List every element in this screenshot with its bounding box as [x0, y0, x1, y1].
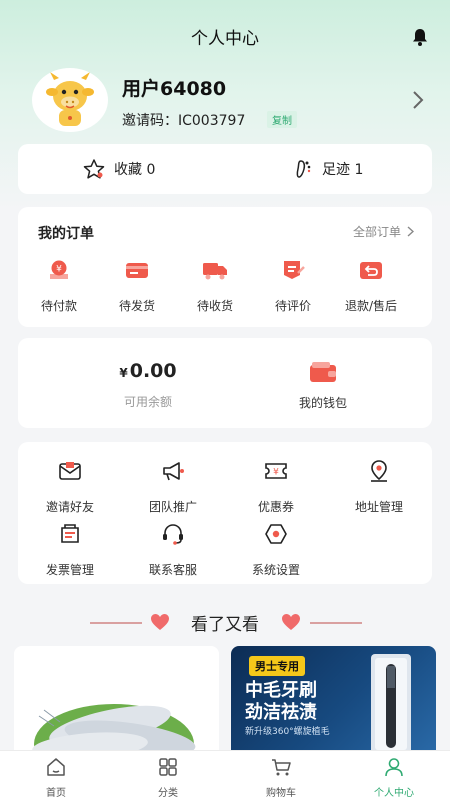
- tools-card: 邀请好友 团队推广 ¥ 优惠券 地址管理 发票管理 联系客服 系统设置: [18, 442, 432, 584]
- tool-address[interactable]: 地址管理: [329, 458, 429, 515]
- orders-title: 我的订单: [38, 226, 94, 242]
- chevron-right-icon: [407, 226, 414, 237]
- home-icon: [47, 758, 65, 776]
- favorites-label: 收藏 0: [114, 162, 156, 178]
- favorites-card: 收藏 0 足迹 1: [18, 144, 432, 194]
- product-badge: 男士专用: [249, 656, 305, 676]
- coupon-icon: ¥: [265, 463, 287, 479]
- tab-profile[interactable]: 个人中心: [338, 757, 450, 799]
- divider-line: [310, 622, 362, 624]
- grid-icon: [159, 758, 177, 776]
- toothbrush-image: [371, 654, 411, 754]
- order-label: 待收货: [196, 299, 233, 313]
- tool-coupons[interactable]: ¥ 优惠券: [226, 458, 326, 515]
- all-orders-link[interactable]: 全部订单: [353, 223, 414, 240]
- order-pending-shipment[interactable]: 待发货: [97, 259, 177, 314]
- svg-text:¥: ¥: [56, 265, 62, 275]
- copy-button[interactable]: 复制: [267, 111, 297, 128]
- page-title: 个人中心: [191, 29, 259, 49]
- wallet-icon[interactable]: [308, 360, 338, 384]
- chevron-right-icon[interactable]: [412, 90, 424, 110]
- cow-mascot-icon: [46, 72, 94, 126]
- tool-team-promotion[interactable]: 团队推广: [123, 458, 223, 515]
- username: 用户64080: [122, 78, 227, 100]
- recommend-title: 看了又看: [191, 615, 259, 635]
- tool-customer-service[interactable]: 联系客服: [123, 521, 223, 578]
- review-icon: [284, 261, 305, 279]
- pending-payment-icon: ¥: [50, 260, 68, 279]
- wallet-card: ¥0.00 可用余额 我的钱包: [18, 338, 432, 428]
- tab-label: 个人中心: [374, 788, 414, 799]
- my-wallet-label[interactable]: 我的钱包: [283, 394, 363, 411]
- tool-label: 地址管理: [354, 500, 403, 514]
- balance-amount: ¥0.00: [98, 360, 198, 382]
- order-pending-receipt[interactable]: 待收货: [175, 259, 255, 314]
- bell-icon[interactable]: [410, 27, 430, 47]
- tool-label: 系统设置: [251, 563, 300, 577]
- product-headline: 劲洁祛渍: [245, 702, 317, 723]
- star-icon: [83, 159, 105, 179]
- tab-home[interactable]: 首页: [0, 757, 112, 799]
- footprint-button[interactable]: 足迹 1: [292, 144, 363, 194]
- order-pending-review[interactable]: 待评价: [253, 259, 333, 314]
- tab-cart[interactable]: 购物车: [225, 757, 337, 799]
- tab-categories[interactable]: 分类: [112, 757, 224, 799]
- product-card-toothbrush[interactable]: 男士专用 中毛牙刷 劲洁祛渍 新升级360°螺旋植毛: [231, 646, 436, 756]
- avatar[interactable]: [32, 68, 108, 132]
- tool-settings[interactable]: 系统设置: [226, 521, 326, 578]
- tool-label: 发票管理: [45, 563, 94, 577]
- product-card-shrimp[interactable]: [14, 646, 219, 756]
- footprint-icon: [296, 160, 311, 178]
- order-label: 待付款: [40, 299, 77, 313]
- tab-label: 购物车: [266, 788, 296, 799]
- footprint-label: 足迹 1: [322, 162, 364, 178]
- balance-label: 可用余额: [123, 395, 172, 409]
- heart-icon: [282, 614, 300, 630]
- product-subline: 新升级360°螺旋植毛: [245, 727, 330, 737]
- tool-label: 联系客服: [148, 563, 197, 577]
- currency-symbol: ¥: [119, 366, 128, 380]
- tab-label: 分类: [158, 788, 178, 799]
- order-pending-payment[interactable]: ¥ 待付款: [19, 259, 99, 314]
- headset-icon: [163, 524, 183, 545]
- settings-icon: [265, 524, 287, 544]
- svg-text:¥: ¥: [273, 468, 279, 478]
- order-label: 待评价: [274, 299, 311, 313]
- invite-code: 邀请码：IC003797: [122, 113, 246, 129]
- order-refund[interactable]: 退款/售后: [331, 259, 411, 314]
- tab-label: 首页: [46, 788, 66, 799]
- tool-invite-friends[interactable]: 邀请好友: [20, 458, 120, 515]
- profile-section[interactable]: 用户64080 邀请码：IC003797 复制: [0, 68, 450, 138]
- all-orders-label: 全部订单: [352, 225, 401, 239]
- order-label: 待发货: [118, 299, 155, 313]
- refund-icon: [360, 262, 382, 279]
- pending-shipment-icon: [126, 263, 148, 278]
- cart-icon: [272, 759, 291, 776]
- balance-value: 0.00: [129, 360, 177, 382]
- tool-label: 优惠券: [257, 500, 294, 514]
- order-label: 退款/售后: [344, 299, 398, 313]
- location-pin-icon: [371, 460, 387, 482]
- invite-envelope-icon: [59, 462, 81, 480]
- bottom-tab-bar: 首页 分类 购物车 个人中心: [0, 750, 450, 800]
- top-bar: 个人中心: [0, 0, 450, 70]
- favorites-button[interactable]: 收藏 0: [82, 144, 155, 194]
- truck-icon: [203, 263, 227, 280]
- tool-label: 团队推广: [148, 500, 197, 514]
- shrimp-image: [32, 704, 196, 756]
- person-icon: [385, 758, 403, 777]
- invoice-icon: [61, 524, 79, 543]
- tool-invoice[interactable]: 发票管理: [20, 521, 120, 578]
- tool-label: 邀请好友: [45, 500, 94, 514]
- orders-card: 我的订单 全部订单 ¥ 待付款 待发货 待收货 待评价 退款/售后: [18, 207, 432, 327]
- megaphone-icon: [163, 462, 184, 481]
